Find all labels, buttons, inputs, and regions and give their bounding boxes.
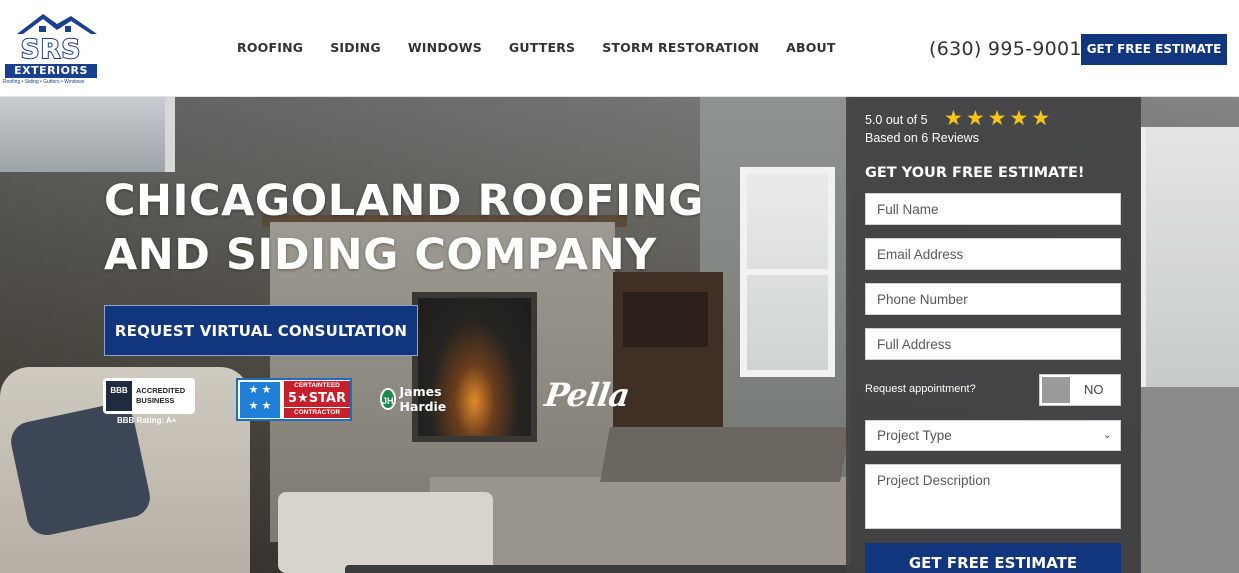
project-description-textarea[interactable] — [865, 464, 1121, 529]
rating-score: 5.0 out of 5 — [865, 113, 928, 127]
star-icon: ★ — [987, 107, 1007, 130]
rating-count: Based on 6 Reviews — [865, 131, 979, 145]
contractor-label: CONTRACTOR — [284, 408, 350, 418]
phone-number-link[interactable]: (630) 995-9001 — [929, 38, 1082, 60]
hero-bottom-bar — [345, 565, 905, 573]
hero-bg-sofa — [1140, 387, 1239, 573]
star-cluster-icon: ★ ★ ★ ★ — [240, 382, 280, 418]
nav-about[interactable]: ABOUT — [786, 40, 836, 55]
bbb-seal-icon: BBB — [106, 381, 132, 411]
hero-bg-firebox — [412, 292, 537, 442]
rating-stars: ★ ★ ★ ★ ★ — [944, 108, 1050, 130]
hero-bg-window — [740, 167, 835, 377]
phone-input[interactable] — [865, 283, 1121, 315]
star-icon: ★ — [1031, 107, 1051, 130]
address-input[interactable] — [865, 328, 1121, 360]
request-appointment-label: Request appointment? — [865, 383, 976, 395]
hero-headline-line2: AND SIDING COMPANY — [104, 230, 657, 280]
hero-headline: CHICAGOLAND ROOFING AND SIDING COMPANY — [104, 174, 724, 282]
hero-bg-cabinet — [613, 272, 723, 437]
james-hardie-logo-icon: JH — [380, 388, 396, 410]
pella-logo[interactable]: Pella — [542, 376, 631, 414]
toggle-value: NO — [1084, 382, 1104, 397]
james-hardie-badge[interactable]: JH James Hardie — [380, 384, 453, 414]
hero-bg-window — [0, 97, 175, 172]
star-icon: ★ — [965, 107, 985, 130]
hero-headline-line1: CHICAGOLAND ROOFING — [104, 176, 704, 226]
srs-exteriors-logo[interactable]: SRS EXTERIORS Roofing • Siding • Gutters… — [3, 12, 97, 86]
hero-bg-coffee-table — [600, 427, 850, 482]
nav-storm-restoration[interactable]: STORM RESTORATION — [602, 40, 759, 55]
hero-bg-window — [1140, 127, 1239, 387]
toggle-knob — [1042, 377, 1070, 403]
header-get-free-estimate-button[interactable]: GET FREE ESTIMATE — [1081, 34, 1227, 65]
email-input[interactable] — [865, 238, 1121, 270]
five-star-label: 5★STAR — [284, 391, 350, 407]
star-icon: ★ — [944, 107, 963, 130]
request-appointment-toggle[interactable]: NO — [1039, 374, 1121, 406]
estimate-form-panel: 5.0 out of 5 Based on 6 Reviews ★ ★ ★ ★ … — [846, 97, 1141, 573]
full-name-input[interactable] — [865, 193, 1121, 225]
logo-sub-text: EXTERIORS — [5, 64, 97, 78]
chevron-down-icon: ⌄ — [1102, 429, 1112, 441]
hero-bg-rug — [430, 477, 850, 573]
hero-bg-ottoman — [278, 492, 493, 573]
submit-get-free-estimate-button[interactable]: GET FREE ESTIMATE — [865, 543, 1121, 573]
form-title: GET YOUR FREE ESTIMATE! — [865, 165, 1085, 181]
project-type-value: Project Type — [877, 428, 952, 443]
site-header: SRS EXTERIORS Roofing • Siding • Gutters… — [0, 0, 1239, 97]
star-icon: ★ — [1009, 107, 1029, 130]
nav-windows[interactable]: WINDOWS — [408, 40, 482, 55]
nav-roofing[interactable]: ROOFING — [237, 40, 303, 55]
james-hardie-text: James Hardie — [399, 384, 447, 414]
request-virtual-consultation-button[interactable]: REQUEST VIRTUAL CONSULTATION — [104, 305, 418, 356]
certainteed-5-star-badge[interactable]: ★ ★ ★ ★ CERTAINTEED 5★STAR CONTRACTOR — [236, 378, 352, 421]
bbb-rating-text: BBB Rating: A+ — [117, 416, 177, 425]
bbb-accredited-badge[interactable]: BBB ACCREDITED BUSINESS — [103, 378, 195, 414]
nav-siding[interactable]: SIDING — [330, 40, 381, 55]
project-type-select[interactable]: Project Type ⌄ — [865, 420, 1121, 451]
nav-gutters[interactable]: GUTTERS — [509, 40, 575, 55]
logo-tagline: Roofing • Siding • Gutters • Windows — [3, 79, 85, 85]
main-nav: ROOFING SIDING WINDOWS GUTTERS STORM RES… — [237, 40, 863, 55]
certainteed-label: CERTAINTEED — [284, 381, 350, 391]
logo-brand-text: SRS — [20, 35, 82, 65]
bbb-badge-text: ACCREDITED BUSINESS — [136, 386, 186, 405]
